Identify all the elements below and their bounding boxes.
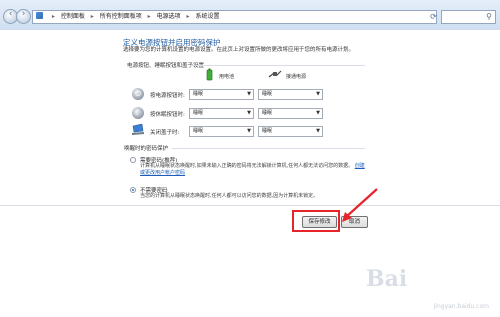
watermark: Bai jingyan.baidu.com — [360, 262, 495, 314]
watermark-logo: Bai — [366, 266, 408, 292]
watermark-text: jingyan.baidu.com — [433, 303, 489, 310]
